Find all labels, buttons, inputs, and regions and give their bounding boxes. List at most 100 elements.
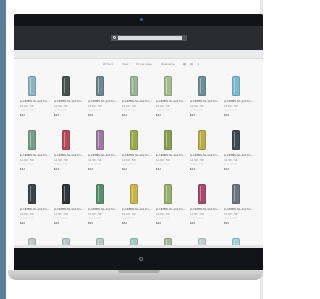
product-image[interactable] [130, 130, 138, 150]
product-name[interactable]: ip-NMBS-SL-std-7m-... ⚲ [88, 99, 118, 103]
search-input[interactable] [118, 36, 182, 40]
product-rating: ☆☆☆☆☆ [88, 162, 102, 166]
product-rating: ☆☆☆☆☆ [20, 162, 34, 166]
product-tag: $42 [224, 221, 230, 225]
product-name[interactable]: ip-NMBS-SL-std-7m-... ⚲ [20, 153, 50, 157]
product-card[interactable]: ip-NMBS-SL-std-7m-... ⚲12.99 - 59☆☆☆☆☆$4… [18, 74, 50, 122]
page-number[interactable]: 1 [198, 60, 200, 68]
product-card[interactable]: ip-NMBS-SL-std-7m-... ⚲12.99 - 59☆☆☆☆☆$4… [120, 74, 152, 122]
sort-control[interactable]: All Sort [103, 60, 113, 68]
product-image[interactable] [62, 76, 70, 96]
product-rating: ☆☆☆☆☆ [54, 216, 68, 220]
product-image[interactable] [28, 76, 36, 96]
product-card[interactable]: ip-NMBS-SL-std-7m-... ⚲12.99 - 59☆☆☆☆☆$4… [222, 128, 254, 176]
product-tag: $42 [54, 221, 60, 225]
product-tag: $42 [20, 167, 26, 171]
product-tag: $42 [224, 167, 230, 171]
product-image[interactable] [96, 184, 104, 204]
product-rating: ☆☆☆☆☆ [122, 216, 136, 220]
product-name[interactable]: ip-NMBS-SL-std-7m-... ⚲ [224, 99, 254, 103]
product-card[interactable]: ip-NMBS-SL-std-7m-... ⚲12.99 - 59☆☆☆☆☆$4… [154, 182, 186, 230]
product-rating: ☆☆☆☆☆ [224, 216, 238, 220]
product-image[interactable] [232, 184, 240, 204]
product-tag: $42 [122, 113, 128, 117]
product-rating: ☆☆☆☆☆ [54, 162, 68, 166]
laptop-top-bezel [14, 14, 263, 26]
product-name[interactable]: ip-NMBS-SL-std-7m-... ⚲ [122, 207, 152, 211]
product-name[interactable]: ip-NMBS-SL-std-7m-... ⚲ [122, 153, 152, 157]
product-name[interactable]: ip-NMBS-SL-std-7m-... ⚲ [54, 99, 84, 103]
product-image[interactable] [164, 184, 172, 204]
product-image[interactable] [96, 76, 104, 96]
left-border-strip [0, 0, 6, 299]
product-image[interactable] [130, 184, 138, 204]
product-rating: ☆☆☆☆☆ [190, 108, 204, 112]
product-card[interactable]: ip-NMBS-SL-std-7m-... ⚲12.99 - 59☆☆☆☆☆$4… [18, 182, 50, 230]
product-name[interactable]: ip-NMBS-SL-std-7m-... ⚲ [122, 99, 152, 103]
product-image[interactable] [62, 184, 70, 204]
product-card[interactable]: ip-NMBS-SL-std-7m-... ⚲12.99 - 59☆☆☆☆☆$4… [18, 128, 50, 176]
product-image[interactable] [198, 130, 206, 150]
product-image[interactable] [164, 76, 172, 96]
product-name[interactable]: ip-NMBS-SL-std-7m-... ⚲ [20, 207, 50, 211]
product-name[interactable]: ip-NMBS-SL-std-7m-... ⚲ [224, 207, 254, 211]
product-name[interactable]: ip-NMBS-SL-std-7m-... ⚲ [88, 153, 118, 157]
product-name[interactable]: ip-NMBS-SL-std-7m-... ⚲ [156, 99, 186, 103]
list-view-icon[interactable]: ▤ [190, 60, 193, 68]
product-tag: $42 [190, 167, 196, 171]
product-name[interactable]: ip-NMBS-SL-std-7m-... ⚲ [20, 99, 50, 103]
product-image[interactable] [28, 130, 36, 150]
product-rating: ☆☆☆☆☆ [224, 108, 238, 112]
product-rating: ☆☆☆☆☆ [190, 162, 204, 166]
search-icon[interactable] [113, 36, 116, 39]
product-name[interactable]: ip-NMBS-SL-std-7m-... ⚲ [190, 207, 220, 211]
product-tag: $42 [156, 221, 162, 225]
product-rating: ☆☆☆☆☆ [54, 108, 68, 112]
product-name[interactable]: ip-NMBS-SL-std-7m-... ⚲ [156, 207, 186, 211]
product-card[interactable]: ip-NMBS-SL-std-7m-... ⚲12.99 - 59☆☆☆☆☆$4… [86, 74, 118, 122]
product-image[interactable] [232, 130, 240, 150]
product-card[interactable]: ip-NMBS-SL-std-7m-... ⚲12.99 - 59☆☆☆☆☆$4… [222, 182, 254, 230]
product-name[interactable]: ip-NMBS-SL-std-7m-... ⚲ [224, 153, 254, 157]
product-card[interactable]: ip-NMBS-SL-std-7m-... ⚲12.99 - 59☆☆☆☆☆$4… [52, 128, 84, 176]
view-control[interactable]: View [122, 60, 128, 68]
product-tag: $42 [156, 113, 162, 117]
product-tag: $42 [20, 113, 26, 117]
laptop-base-lip [118, 270, 160, 273]
product-image[interactable] [96, 130, 104, 150]
product-image[interactable] [232, 76, 240, 96]
product-name[interactable]: ip-NMBS-SL-std-7m-... ⚲ [190, 153, 220, 157]
product-name[interactable]: ip-NMBS-SL-std-7m-... ⚲ [54, 207, 84, 211]
grid-view-icon[interactable]: ▦ [183, 60, 186, 68]
product-card[interactable]: ip-NMBS-SL-std-7m-... ⚲12.99 - 59☆☆☆☆☆$4… [188, 74, 220, 122]
site-header [14, 26, 263, 50]
product-name[interactable]: ip-NMBS-SL-std-7m-... ⚲ [88, 207, 118, 211]
product-card[interactable]: ip-NMBS-SL-std-7m-... ⚲12.99 - 59☆☆☆☆☆$4… [52, 74, 84, 122]
product-tag: $42 [224, 113, 230, 117]
product-image[interactable] [198, 184, 206, 204]
product-card[interactable]: ip-NMBS-SL-std-7m-... ⚲12.99 - 59☆☆☆☆☆$4… [86, 128, 118, 176]
product-card[interactable]: ip-NMBS-SL-std-7m-... ⚲12.99 - 59☆☆☆☆☆$4… [52, 182, 84, 230]
product-card[interactable]: ip-NMBS-SL-std-7m-... ⚲12.99 - 59☆☆☆☆☆$4… [86, 182, 118, 230]
product-image[interactable] [130, 76, 138, 96]
relevance-control[interactable]: Relevance [161, 60, 175, 68]
product-card[interactable]: ip-NMBS-SL-std-7m-... ⚲12.99 - 59☆☆☆☆☆$4… [154, 128, 186, 176]
product-card[interactable]: ip-NMBS-SL-std-7m-... ⚲12.99 - 59☆☆☆☆☆$4… [188, 182, 220, 230]
per-page-control[interactable]: 10 per page [136, 60, 152, 68]
product-rating: ☆☆☆☆☆ [156, 162, 170, 166]
product-card[interactable]: ip-NMBS-SL-std-7m-... ⚲12.99 - 59☆☆☆☆☆$4… [188, 128, 220, 176]
product-tag: $42 [122, 221, 128, 225]
product-name[interactable]: ip-NMBS-SL-std-7m-... ⚲ [156, 153, 186, 157]
product-toolbar: All Sort View 10 per page Relevance ▦ ▤ … [14, 60, 263, 68]
product-rating: ☆☆☆☆☆ [156, 108, 170, 112]
product-image[interactable] [198, 76, 206, 96]
product-card[interactable]: ip-NMBS-SL-std-7m-... ⚲12.99 - 59☆☆☆☆☆$4… [120, 182, 152, 230]
product-name[interactable]: ip-NMBS-SL-std-7m-... ⚲ [54, 153, 84, 157]
product-image[interactable] [164, 130, 172, 150]
product-card[interactable]: ip-NMBS-SL-std-7m-... ⚲12.99 - 59☆☆☆☆☆$4… [154, 74, 186, 122]
product-name[interactable]: ip-NMBS-SL-std-7m-... ⚲ [190, 99, 220, 103]
product-image[interactable] [28, 184, 36, 204]
product-card[interactable]: ip-NMBS-SL-std-7m-... ⚲12.99 - 59☆☆☆☆☆$4… [222, 74, 254, 122]
product-image[interactable] [62, 130, 70, 150]
product-card[interactable]: ip-NMBS-SL-std-7m-... ⚲12.99 - 59☆☆☆☆☆$4… [120, 128, 152, 176]
